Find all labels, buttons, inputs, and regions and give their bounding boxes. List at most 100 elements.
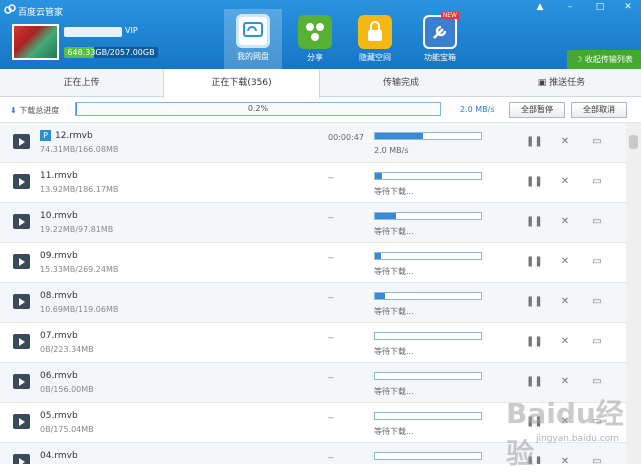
download-row[interactable]: 10.rmvb 19.22MB/97.81MB -- 等待下载... ❚❚ ✕ ▭ [0, 203, 626, 243]
download-row[interactable]: 11.rmvb 13.92MB/186.17MB -- 等待下载... ❚❚ ✕ ▭ [0, 163, 626, 203]
pause-icon[interactable]: ❚❚ [526, 295, 543, 309]
baidu-cloud-logo-icon [4, 4, 16, 14]
quota-text: 648.33GB/2057.00GB [67, 48, 155, 57]
nav-my-disk[interactable]: 我的网盘 [224, 9, 282, 69]
download-row[interactable]: 08.rmvb 10.69MB/119.06MB -- 等待下载... ❚❚ ✕ ▭ [0, 283, 626, 323]
cancel-icon[interactable]: ✕ [558, 255, 572, 269]
folder-icon[interactable]: ▭ [590, 255, 604, 269]
file-size: 74.31MB/166.08MB [40, 145, 119, 154]
row-status: 等待下载... [374, 347, 414, 356]
folder-icon[interactable]: ▭ [590, 135, 604, 149]
pause-icon[interactable]: ❚❚ [526, 335, 543, 349]
file-size: 19.22MB/97.81MB [40, 225, 114, 234]
monitor-icon: ▣ [537, 78, 550, 88]
row-progress-fill [375, 133, 423, 139]
folder-icon[interactable]: ▭ [590, 335, 604, 349]
close-button[interactable]: ✕ [619, 2, 637, 12]
video-file-icon [13, 294, 30, 309]
pause-icon[interactable]: ❚❚ [526, 375, 543, 389]
watermark-logo: Baidu经验 [506, 397, 624, 470]
maximize-button[interactable]: □ [591, 2, 609, 12]
cancel-icon[interactable]: ✕ [558, 295, 572, 309]
scrollbar-thumb[interactable] [629, 135, 638, 149]
row-progress-fill [375, 293, 385, 299]
total-progress-bar: 0.2% [75, 102, 441, 116]
toolbox-icon: NEW [423, 12, 459, 49]
total-progress-percent: 0.2% [247, 104, 269, 113]
lock-icon [358, 15, 392, 49]
time-remaining: -- [328, 333, 334, 342]
row-status: 等待下载... [374, 427, 414, 436]
folder-icon[interactable]: ▭ [590, 215, 604, 229]
pause-all-button[interactable]: 全部暂停 [509, 102, 565, 118]
file-name: 04.rmvb [40, 451, 78, 461]
file-name: 07.rmvb [40, 331, 78, 341]
video-file-icon [13, 334, 30, 349]
row-status: 等待下载... [374, 387, 414, 396]
file-name: 09.rmvb [40, 251, 78, 261]
download-row[interactable]: 07.rmvb 0B/223.34MB -- 等待下载... ❚❚ ✕ ▭ [0, 323, 626, 363]
row-status: 等待下载... [374, 227, 414, 236]
file-size: 0B/175.04MB [40, 425, 94, 434]
folder-icon[interactable]: ▭ [590, 295, 604, 309]
pause-icon[interactable]: ❚❚ [526, 255, 543, 269]
time-remaining: -- [328, 293, 334, 302]
nav-toolbox[interactable]: NEW 功能宝箱 [411, 10, 469, 66]
cancel-icon[interactable]: ✕ [558, 135, 572, 149]
cancel-all-button[interactable]: 全部取消 [571, 102, 627, 118]
time-remaining: -- [328, 373, 334, 382]
row-progress-fill [375, 253, 382, 259]
folder-icon[interactable]: ▭ [590, 175, 604, 189]
tab-downloading[interactable]: 正在下载(356) [163, 69, 320, 98]
folder-icon[interactable]: ▭ [590, 375, 604, 389]
time-remaining: 00:00:47 [328, 133, 364, 142]
moon-icon: ☽ [575, 55, 585, 64]
cancel-icon[interactable]: ✕ [558, 215, 572, 229]
row-progress-bar [374, 172, 482, 180]
download-row[interactable]: P 12.rmvb 74.31MB/166.08MB 00:00:47 2.0 MB/s… [0, 123, 626, 163]
file-size: 15.33MB/269.24MB [40, 265, 119, 274]
file-size: 13.92MB/186.17MB [40, 185, 119, 194]
nav-label: 我的网盘 [237, 52, 269, 61]
row-progress-bar [374, 212, 482, 220]
file-name: 12.rmvb [55, 131, 93, 141]
pause-icon[interactable]: ❚❚ [526, 215, 543, 229]
minimize-button[interactable]: – [561, 2, 579, 12]
cancel-icon[interactable]: ✕ [558, 375, 572, 389]
nav-share[interactable]: 分享 [286, 10, 344, 66]
total-progress-label: ⬇ 下载总进度 [10, 105, 59, 116]
tab-completed[interactable]: 传输完成 [320, 69, 482, 97]
file-size: 10.69MB/119.06MB [40, 305, 119, 314]
username-redacted [64, 27, 122, 37]
tab-push-tasks[interactable]: ▣ 推送任务 [482, 69, 641, 97]
pause-icon[interactable]: ❚❚ [526, 175, 543, 189]
row-status: 等待下载... [374, 267, 414, 276]
row-progress-bar [374, 412, 482, 420]
file-name: 08.rmvb [40, 291, 78, 301]
total-speed: 2.0 MB/s [460, 105, 495, 114]
collapse-transfer-list-button[interactable]: ☽ 收起传输列表 [567, 50, 641, 69]
tab-uploading[interactable]: 正在上传 [0, 69, 163, 97]
nav-label: 功能宝箱 [424, 53, 456, 62]
file-size: 0B/223.34MB [40, 345, 94, 354]
time-remaining: -- [328, 413, 334, 422]
nav-hidden-space[interactable]: 隐藏空间 [346, 10, 404, 66]
transfer-tabs: 正在上传 正在下载(356) 传输完成 ▣ 推送任务 [0, 69, 641, 98]
video-file-icon [13, 454, 30, 464]
video-file-icon [13, 134, 30, 149]
total-progress-label-text: 下载总进度 [19, 106, 60, 115]
avatar[interactable] [12, 24, 59, 60]
toolbar: ⬇ 下载总进度 0.2% 2.0 MB/s 全部暂停 全部取消 [0, 98, 641, 123]
preview-icon[interactable]: P [40, 130, 51, 141]
video-file-icon [13, 414, 30, 429]
cancel-icon[interactable]: ✕ [558, 335, 572, 349]
skin-icon[interactable]: ▲ [531, 2, 549, 12]
video-file-icon [13, 214, 30, 229]
row-status: 等待下载... [374, 187, 414, 196]
download-row[interactable]: 09.rmvb 15.33MB/269.24MB -- 等待下载... ❚❚ ✕ ▭ [0, 243, 626, 283]
file-size: 0B/156.00MB [40, 385, 94, 394]
collapse-label: 收起传输列表 [584, 55, 633, 64]
pause-icon[interactable]: ❚❚ [526, 135, 543, 149]
cancel-icon[interactable]: ✕ [558, 175, 572, 189]
new-badge: NEW [440, 12, 459, 19]
